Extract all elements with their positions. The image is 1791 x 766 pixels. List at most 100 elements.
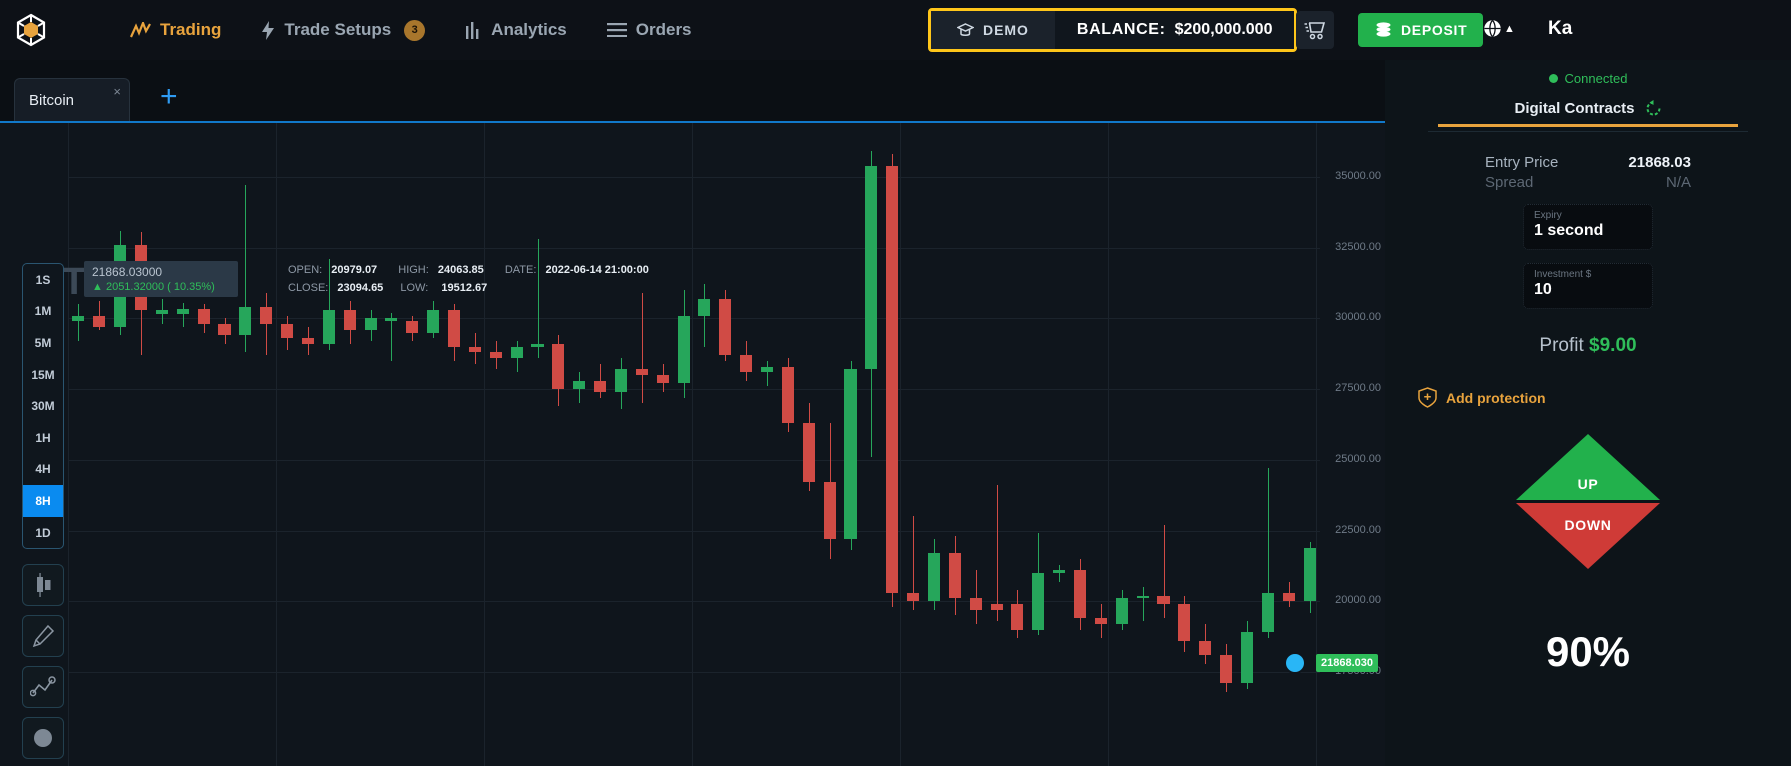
candle-body (1303, 547, 1316, 602)
connection-label: Connected (1564, 71, 1628, 86)
candle-body (552, 343, 565, 390)
tooltip-price: 21868.03000 (92, 265, 163, 279)
candle-wick (996, 485, 998, 622)
candle-body (385, 318, 398, 322)
bars-icon (466, 21, 479, 39)
investment-label: Investment $ (1534, 269, 1592, 280)
balance-value: $200,000.000 (1174, 21, 1273, 38)
demo-mode-toggle[interactable]: DEMO (931, 11, 1055, 49)
balance-display[interactable]: BALANCE: $200,000.000 (1054, 11, 1295, 49)
down-button[interactable] (1516, 503, 1660, 569)
coins-icon (1376, 22, 1391, 37)
candle-body (406, 321, 419, 333)
timeframe-dropdown[interactable]: 1S 1M 5M 15M 30M 1H 4H 8H 1D (22, 263, 64, 550)
candle-body (635, 369, 648, 375)
candle-body (1240, 632, 1253, 684)
nav-item-trade-setups[interactable]: Trade Setups 3 (241, 0, 445, 60)
ohlc-low: 19512.67 (441, 282, 488, 294)
demo-label: DEMO (983, 22, 1029, 38)
candle-body (468, 346, 481, 353)
nav-item-orders[interactable]: Orders (587, 0, 712, 60)
timeframe-option-8h[interactable]: 8H (23, 485, 63, 517)
timeframe-option-1h[interactable]: 1H (23, 422, 63, 454)
candle-body (1073, 570, 1087, 619)
main-nav: Trading Trade Setups 3 Analytics Orders (110, 0, 712, 60)
price-tick-label: 35000.00 (1335, 169, 1381, 182)
candle-wick (767, 360, 769, 387)
candle-body (698, 298, 711, 316)
cart-button[interactable] (1296, 11, 1334, 49)
entry-price-value: 21868.03 (1628, 154, 1691, 171)
candle-wick (1059, 564, 1061, 582)
timeframe-option-1m[interactable]: 1M (23, 296, 63, 328)
ohlc-open: 20979.07 (331, 264, 378, 276)
pen-draw-icon (32, 624, 55, 648)
close-icon[interactable]: × (113, 84, 121, 99)
timeframe-option-5m[interactable]: 5M (23, 327, 63, 359)
expiry-field[interactable]: Expiry 1 second (1523, 204, 1653, 250)
tool-pen-draw[interactable] (22, 615, 64, 657)
candle-wick (182, 302, 184, 327)
candle-body (1261, 592, 1274, 633)
candlestick-icon (37, 573, 51, 597)
candle-body (1199, 640, 1212, 656)
user-name[interactable]: Ka (1548, 18, 1572, 40)
candle-body (301, 338, 314, 344)
candle-wick (1163, 524, 1165, 619)
tab-label: Digital Contracts (1514, 100, 1635, 117)
down-label: DOWN (1564, 517, 1612, 533)
entry-price-label: Entry Price (1485, 154, 1559, 171)
candle-body (531, 343, 544, 347)
panel-divider (1428, 131, 1748, 132)
candle-body (93, 315, 106, 327)
candle-body (1282, 592, 1295, 602)
chart-tab-bitcoin[interactable]: Bitcoin × (14, 78, 130, 122)
candle-body (948, 553, 961, 599)
candle-body (510, 346, 523, 358)
timeframe-option-1d[interactable]: 1D (23, 517, 63, 549)
app-logo[interactable] (0, 12, 62, 48)
tool-candlestick[interactable] (22, 564, 64, 606)
candle-body (677, 315, 690, 384)
current-price-dot (1284, 652, 1306, 674)
timeframe-option-15m[interactable]: 15M (23, 359, 63, 391)
candle-body (260, 307, 273, 325)
nav-label: Orders (635, 20, 692, 39)
candle-body (594, 380, 607, 392)
add-protection-button[interactable]: Add protection (1418, 387, 1791, 408)
candlestick-plot (68, 123, 1320, 766)
up-arrow-icon: ▲ (92, 281, 103, 293)
price-tooltip: 21868.03000 ▲ 2051.32000 ( 10.35%) (84, 261, 238, 297)
tab-digital-contracts[interactable]: Digital Contracts (1438, 100, 1738, 124)
refresh-icon[interactable] (1645, 100, 1662, 117)
ohlc-row-top: OPEN: 20979.07 HIGH: 24063.85 DATE: 2022… (288, 264, 649, 276)
timeframe-option-1s[interactable]: 1S (23, 264, 63, 296)
direction-buttons: UP DOWN (1385, 434, 1791, 624)
account-box: DEMO BALANCE: $200,000.000 (928, 8, 1298, 52)
payout-percent: 90% (1545, 628, 1631, 675)
timeframe-option-30m[interactable]: 30M (23, 390, 63, 422)
investment-field[interactable]: Investment $ 10 (1523, 263, 1653, 309)
candle-body (656, 374, 669, 384)
deposit-button[interactable]: DEPOSIT (1358, 13, 1484, 47)
chart-canvas[interactable]: 35000.00 32500.00 30000.00 27500.00 25000.00… (0, 123, 1385, 766)
ohlc-close: 23094.65 (337, 282, 384, 294)
candle-body (1032, 573, 1045, 630)
tool-circle-shape[interactable] (22, 717, 64, 759)
nav-item-trading[interactable]: Trading (110, 0, 241, 60)
nav-label: Trading (160, 20, 222, 39)
candle-body (740, 355, 753, 373)
candle-body (72, 315, 85, 322)
ohlc-row-bottom: CLOSE: 23094.65 LOW: 19512.67 (288, 282, 488, 294)
candle-body (1220, 655, 1233, 684)
hamburger-icon (606, 23, 627, 37)
timeframe-option-4h[interactable]: 4H (23, 454, 63, 486)
tool-polyline[interactable] (22, 666, 64, 708)
add-chart-tab-button[interactable]: + (160, 82, 178, 112)
globe-icon (1484, 19, 1501, 38)
language-selector[interactable]: ▲ (1483, 19, 1515, 38)
current-price-tag: 21868.030 (1316, 654, 1378, 672)
candle-body (447, 309, 461, 347)
candle-body (990, 604, 1003, 610)
nav-item-analytics[interactable]: Analytics (445, 0, 587, 60)
